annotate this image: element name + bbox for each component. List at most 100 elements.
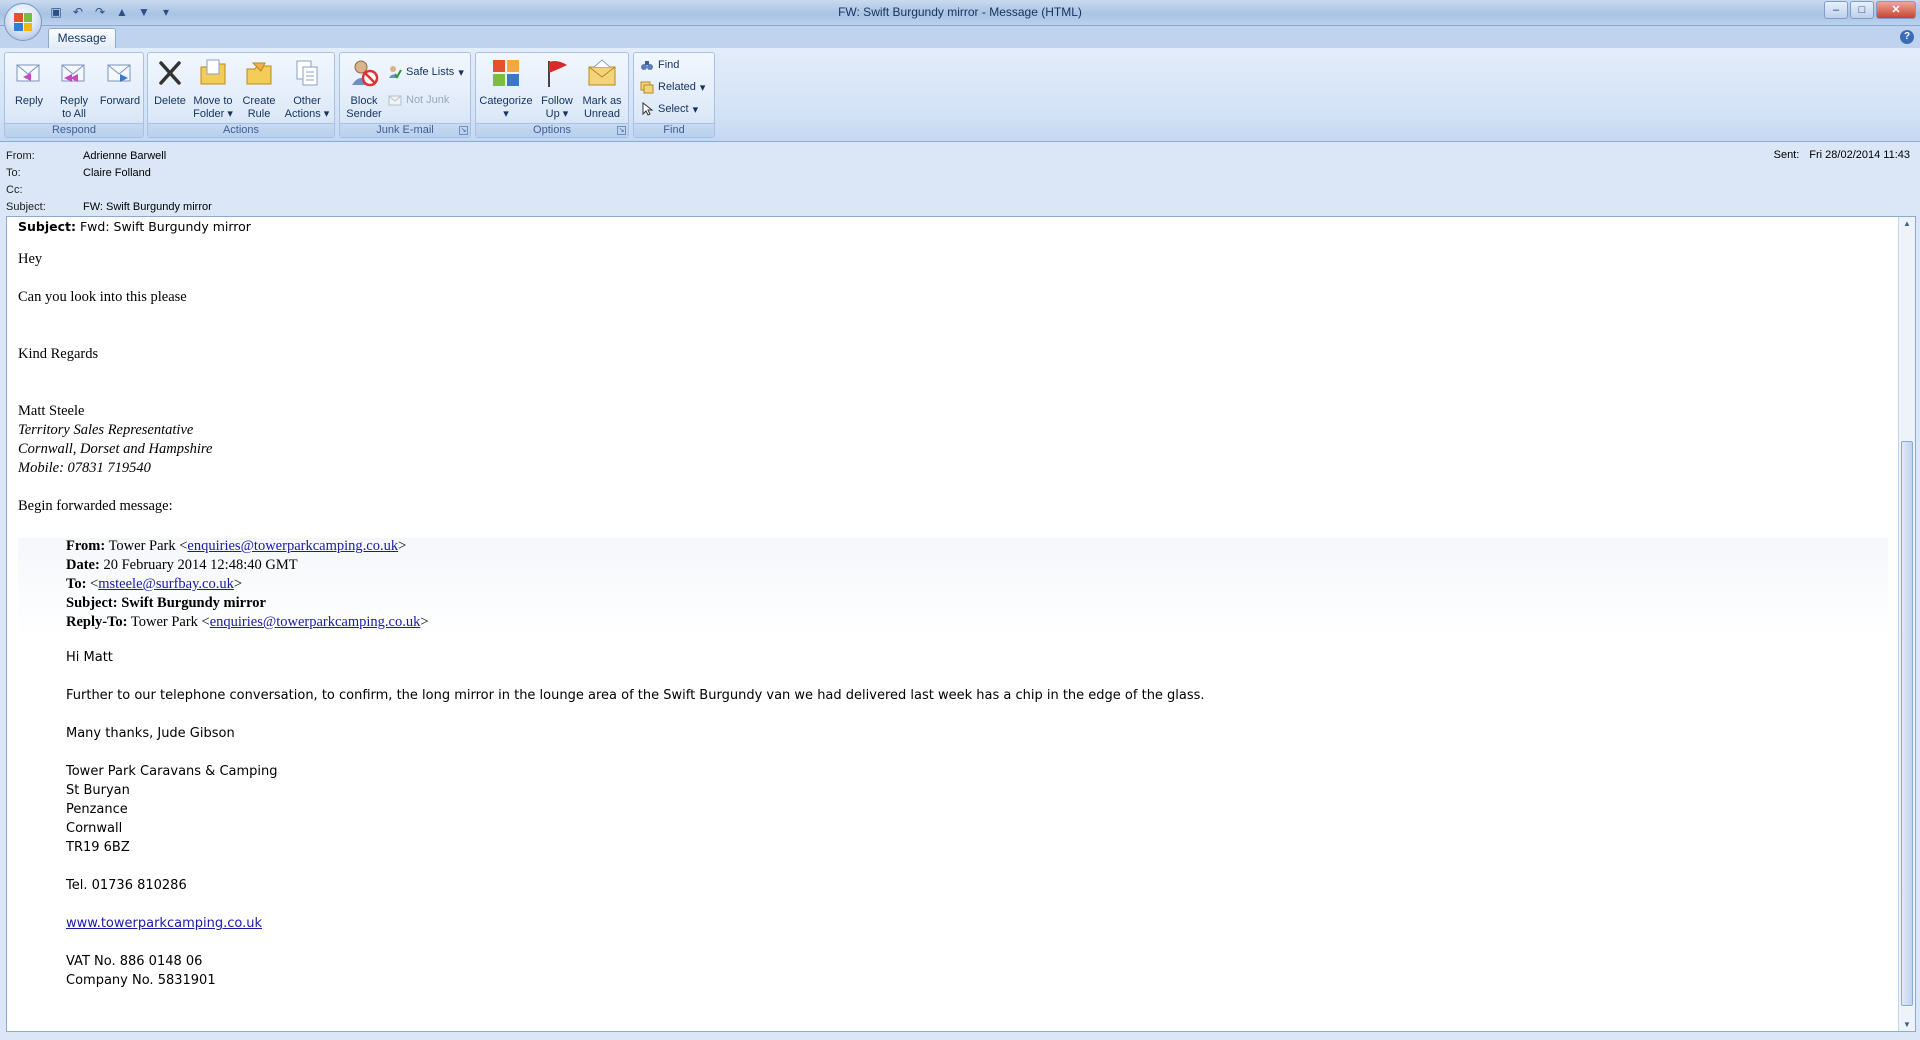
maximize-button[interactable]: □ — [1850, 1, 1874, 19]
window-title: FW: Swift Burgundy mirror - Message (HTM… — [838, 5, 1082, 19]
reply-button[interactable]: Reply — [9, 57, 49, 108]
reply-icon — [16, 64, 40, 82]
fwd-address-2: St Buryan — [66, 783, 130, 798]
cc-row: Cc: — [6, 184, 23, 196]
title-bar: ▣ ↶ ↷ ▲ ▼ ▾ FW: Swift Burgundy mirror - … — [0, 0, 1920, 26]
message-body[interactable]: Subject: Fwd: Swift Burgundy mirror Hey … — [6, 216, 1916, 1032]
greeting: Hey — [18, 251, 43, 267]
block-sender-button[interactable]: Block Sender — [342, 57, 386, 121]
fwd-address-5: TR19 6BZ — [66, 840, 130, 855]
forward-icon — [107, 64, 131, 82]
tab-message[interactable]: Message — [48, 28, 116, 48]
fwd-vat-number: VAT No. 886 0148 06 — [66, 954, 203, 969]
block-sender-icon — [352, 60, 379, 87]
group-options: Categorize ▾ Follow Up ▾ Mark as Unread … — [475, 52, 629, 138]
other-actions-icon — [296, 60, 318, 86]
find-button[interactable]: Find — [640, 56, 679, 74]
safe-lists-icon — [389, 66, 402, 79]
fwd-paragraph: Further to our telephone conversation, t… — [66, 688, 1205, 703]
related-icon — [640, 81, 654, 94]
move-to-folder-button[interactable]: Move to Folder ▾ — [190, 57, 236, 121]
sent-row: Sent: Fri 28/02/2014 11:43 — [1773, 149, 1910, 161]
to-row: To: Claire Folland — [6, 167, 151, 179]
signature-title: Territory Sales Representative — [18, 422, 194, 438]
fwd-date-line: Date: 20 February 2014 12:48:40 GMT — [66, 557, 298, 573]
delete-icon — [159, 61, 181, 85]
create-rule-icon — [246, 62, 272, 85]
fwd-address-1: Tower Park Caravans & Camping — [66, 764, 278, 779]
group-label-respond: Respond — [5, 123, 143, 137]
not-junk-button[interactable]: Not Junk — [388, 91, 449, 109]
fwd-from-line: From: Tower Park <enquiries@towerparkcam… — [66, 538, 407, 554]
office-button[interactable] — [4, 3, 42, 41]
unread-envelope-icon — [588, 59, 616, 86]
group-label-actions: Actions — [148, 123, 334, 137]
sent-value: Fri 28/02/2014 11:43 — [1809, 149, 1910, 161]
reply-all-icon — [61, 64, 85, 82]
window-controls: – □ ✕ — [1824, 1, 1916, 19]
reply-all-button[interactable]: Reply to All — [53, 57, 95, 121]
signature-mobile: Mobile: 07831 719540 — [18, 460, 151, 476]
fwd-address-3: Penzance — [66, 802, 128, 817]
group-label-options: Options — [476, 123, 628, 137]
close-button[interactable]: ✕ — [1876, 1, 1916, 19]
fwd-greeting: Hi Matt — [66, 650, 113, 665]
group-respond: Reply Reply to All Forward Respond — [4, 52, 144, 138]
fwd-website-line: www.towerparkcamping.co.uk — [66, 916, 262, 931]
follow-up-button[interactable]: Follow Up ▾ — [538, 57, 576, 121]
categorize-button[interactable]: Categorize ▾ — [478, 57, 534, 121]
from-value[interactable]: Adrienne Barwell — [83, 150, 166, 162]
signature-name: Matt Steele — [18, 403, 85, 419]
flag-icon — [548, 61, 567, 87]
forward-button[interactable]: Forward — [97, 57, 143, 108]
mark-as-unread-button[interactable]: Mark as Unread — [578, 57, 626, 121]
junk-email-options-launcher[interactable]: ↘ — [459, 126, 468, 135]
other-actions-button[interactable]: Other Actions ▾ — [282, 57, 332, 121]
group-junk-email: Block Sender Safe Lists ▾ Not Junk Junk E… — [339, 52, 471, 138]
request-text: Can you look into this please — [18, 289, 187, 305]
scrollbar-thumb[interactable] — [1901, 441, 1913, 1006]
to-value[interactable]: Claire Folland — [83, 167, 151, 179]
fwd-to-email-link[interactable]: msteele@surfbay.co.uk — [98, 576, 234, 592]
subject-row: Subject: FW: Swift Burgundy mirror — [6, 201, 212, 213]
related-button[interactable]: Related ▾ — [640, 78, 705, 96]
create-rule-button[interactable]: Create Rule — [240, 57, 278, 121]
fwd-from-email-link[interactable]: enquiries@towerparkcamping.co.uk — [187, 538, 398, 554]
fwd-address-4: Cornwall — [66, 821, 123, 836]
ribbon-tabs: Message ? — [0, 26, 1920, 48]
regards-text: Kind Regards — [18, 346, 99, 362]
subject-value: FW: Swift Burgundy mirror — [83, 201, 212, 213]
group-actions: Delete Move to Folder ▾ Create Rule Othe… — [147, 52, 335, 138]
ribbon: Reply Reply to All Forward Respond Delet… — [0, 48, 1920, 142]
fwd-thanks: Many thanks, Jude Gibson — [66, 726, 235, 741]
begin-forwarded-text: Begin forwarded message: — [18, 498, 173, 514]
categorize-icon — [493, 60, 519, 86]
scroll-up-arrow-icon[interactable]: ▲ — [1902, 219, 1912, 228]
options-launcher[interactable]: ↘ — [617, 126, 626, 135]
select-button[interactable]: Select ▾ — [640, 100, 698, 118]
body-subject-line: Subject: Fwd: Swift Burgundy mirror — [18, 219, 251, 234]
vertical-scrollbar[interactable]: ▲ ▼ — [1898, 217, 1915, 1031]
scroll-down-arrow-icon[interactable]: ▼ — [1902, 1020, 1912, 1029]
binoculars-icon — [641, 61, 653, 70]
move-to-folder-icon — [200, 59, 226, 85]
safe-lists-button[interactable]: Safe Lists ▾ — [388, 63, 464, 81]
fwd-replyto-email-link[interactable]: enquiries@towerparkcamping.co.uk — [210, 614, 421, 630]
cursor-icon — [642, 102, 654, 116]
office-logo-icon — [14, 13, 32, 31]
fwd-to-line: To: <msteele@surfbay.co.uk> — [66, 576, 243, 592]
group-label-find: Find — [634, 123, 714, 137]
help-icon[interactable]: ? — [1900, 30, 1914, 44]
from-row: From: Adrienne Barwell — [6, 150, 167, 162]
delete-button[interactable]: Delete — [152, 57, 188, 108]
fwd-company-number: Company No. 5831901 — [66, 973, 216, 988]
fwd-subject-line: Subject: Swift Burgundy mirror — [66, 595, 266, 611]
signature-area: Cornwall, Dorset and Hampshire — [18, 441, 213, 457]
group-find: Find Related ▾ Select ▾ Find — [633, 52, 715, 138]
message-header: From: Adrienne Barwell To: Claire Folland … — [0, 143, 1920, 215]
not-junk-icon — [388, 95, 402, 106]
fwd-telephone: Tel. 01736 810286 — [66, 878, 187, 893]
fwd-replyto-line: Reply-To: Tower Park <enquiries@towerpar… — [66, 614, 429, 630]
fwd-website-link[interactable]: www.towerparkcamping.co.uk — [66, 916, 262, 931]
minimize-button[interactable]: – — [1824, 1, 1848, 19]
